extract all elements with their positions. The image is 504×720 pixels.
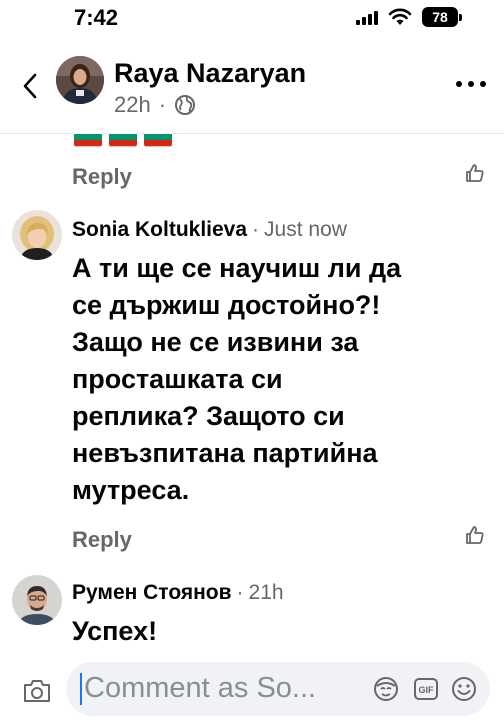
comment-input-placeholder: Comment as So...: [84, 672, 317, 704]
comment-author[interactable]: Sonia Koltuklieva: [72, 218, 247, 242]
comment-line: Успех!: [72, 616, 158, 646]
more-options-button[interactable]: [456, 74, 486, 94]
camera-icon[interactable]: [22, 678, 52, 704]
comment-line: реплика? Защото си: [72, 401, 345, 431]
meta-dot: ·: [252, 218, 260, 241]
comment-body: А ти ще се научиш ли да се държиш достой…: [72, 250, 492, 509]
gif-label: GIF: [419, 685, 435, 695]
comment-line: невъзпитана партийна: [72, 438, 378, 468]
comment-line: просташката си: [72, 364, 283, 394]
post-meta: 22h ·: [114, 92, 196, 118]
status-icons: 78: [356, 7, 462, 27]
gif-icon[interactable]: GIF: [412, 675, 440, 703]
comment-line: мутреса.: [72, 475, 190, 505]
comment-header: Румен Стоянов · 21h: [72, 581, 284, 605]
commenter-avatar[interactable]: [12, 575, 62, 625]
comment-line: А ти ще се научиш ли да: [72, 253, 402, 283]
comment-composer: Comment as So... GIF: [0, 656, 504, 720]
author-name[interactable]: Raya Nazaryan: [114, 58, 306, 89]
back-button[interactable]: [16, 66, 44, 106]
emoji-icon[interactable]: [450, 675, 478, 703]
bulgaria-flag-icon: [74, 128, 102, 146]
author-avatar[interactable]: [56, 56, 104, 104]
like-icon[interactable]: [464, 162, 486, 184]
comment-line: се държиш достойно?!: [72, 290, 381, 320]
status-bar: 7:42 78: [0, 0, 504, 40]
comment-body: Успех!: [72, 613, 492, 650]
post-age: 22h: [114, 92, 151, 117]
reply-button[interactable]: Reply: [72, 164, 132, 190]
comment-header: Sonia Koltuklieva · Just now: [72, 218, 347, 242]
reply-button[interactable]: Reply: [72, 527, 132, 553]
meta-dot: ·: [158, 92, 167, 117]
post-header: Raya Nazaryan 22h ·: [0, 44, 504, 134]
status-time: 7:42: [74, 5, 119, 30]
comment-author[interactable]: Румен Стоянов: [72, 581, 232, 605]
text-caret: [80, 673, 82, 705]
bulgaria-flag-icon: [109, 128, 137, 146]
comment-line: Защо не се извини за: [72, 327, 359, 357]
commenter-avatar[interactable]: [12, 210, 62, 260]
like-icon[interactable]: [464, 524, 486, 546]
battery-icon: 78: [422, 7, 462, 27]
avatar-sticker-icon[interactable]: [372, 675, 400, 703]
bulgaria-flag-icon: [144, 128, 172, 146]
comment-time: Just now: [264, 218, 347, 241]
flag-emoji-row: [74, 128, 172, 146]
comment-time: 21h: [248, 581, 284, 604]
meta-dot: ·: [236, 581, 244, 604]
comment-input[interactable]: Comment as So... GIF: [66, 662, 490, 716]
wifi-icon: [388, 8, 412, 25]
chevron-left-icon: [23, 73, 37, 99]
globe-icon: [175, 95, 196, 115]
cellular-signal-icon: [356, 9, 378, 25]
battery-level: 78: [422, 7, 458, 27]
